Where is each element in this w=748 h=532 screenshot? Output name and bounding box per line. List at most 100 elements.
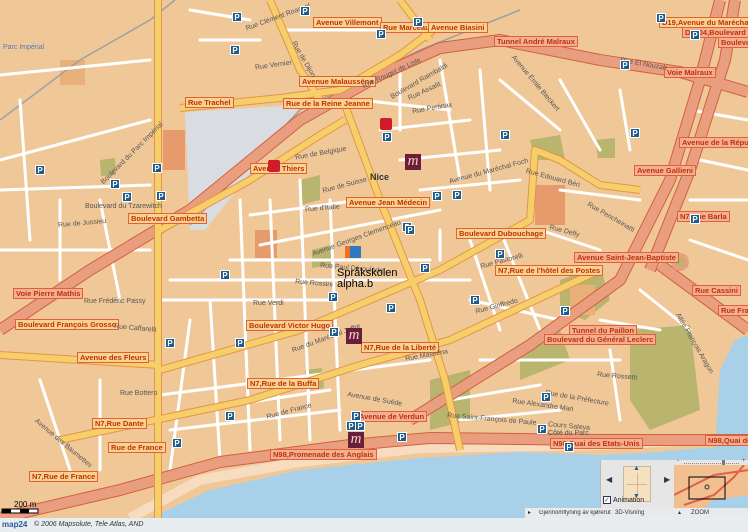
parking-icon[interactable]: P: [690, 30, 700, 40]
metro-m-icon[interactable]: m: [405, 154, 421, 170]
road-label: N7,Rue Dante: [92, 418, 147, 429]
controls-bottom-row: ▸ Gjennomflyning av kjøreruter 3D-Visnin…: [525, 508, 748, 518]
parking-icon[interactable]: P: [329, 327, 339, 337]
parking-icon[interactable]: P: [382, 132, 392, 142]
parking-icon[interactable]: P: [656, 13, 666, 23]
animation-checkbox[interactable]: ✓: [603, 496, 611, 504]
map-canvas[interactable]: Avenue Villemont Rue Marceau Avenue Bias…: [0, 0, 748, 518]
road-label: Avenue Villemont: [313, 17, 382, 28]
parking-icon[interactable]: P: [537, 424, 547, 434]
parking-icon[interactable]: P: [420, 263, 430, 273]
road-label: N7,Rue de France: [29, 471, 99, 482]
road-label: Boulevard Gambetta: [128, 213, 208, 224]
road-label: Avenue Jean Médecin: [346, 197, 431, 208]
parking-icon[interactable]: P: [500, 130, 510, 140]
parking-icon[interactable]: P: [232, 12, 242, 22]
road-label: Voie Pierre Mathis: [13, 288, 84, 299]
parking-icon[interactable]: P: [630, 128, 640, 138]
city-label: Nice: [370, 172, 390, 182]
school-label[interactable]: Språkskolen alpha.b: [337, 268, 398, 290]
parking-icon[interactable]: P: [620, 60, 630, 70]
parking-icon[interactable]: P: [300, 6, 310, 16]
road-label: Avenue Gallieni: [634, 165, 696, 176]
parking-icon[interactable]: P: [376, 29, 386, 39]
road-label: N7,Rue de la Buffa: [247, 378, 320, 389]
station-icon[interactable]: [268, 160, 280, 172]
flythrough-button[interactable]: Gjennomflyning av kjøreruter: [539, 510, 611, 516]
parking-icon[interactable]: P: [386, 303, 396, 313]
collapse-icon: ▴: [678, 510, 682, 516]
parking-icon[interactable]: P: [355, 421, 365, 431]
parking-icon[interactable]: P: [165, 338, 175, 348]
road-label: Avenue des Fleurs: [77, 352, 150, 363]
road-label: Rue Trachel: [185, 97, 234, 108]
road-label: Rue France: [718, 305, 748, 316]
overview-minimap[interactable]: [674, 465, 748, 508]
zoom-out-button[interactable]: -: [677, 458, 679, 464]
parking-icon[interactable]: P: [235, 338, 245, 348]
parking-icon[interactable]: P: [220, 270, 230, 280]
map24-logo[interactable]: map24: [2, 520, 27, 529]
school-marker-icon[interactable]: [345, 246, 361, 258]
scale-bar: [1, 508, 39, 514]
scale-label: 200 m: [14, 500, 37, 509]
road-label: Rue Marceau: [380, 22, 433, 33]
3d-view-button[interactable]: 3D-Visning: [615, 510, 644, 516]
pan-right-icon[interactable]: ▶: [664, 475, 670, 484]
parking-icon[interactable]: P: [152, 163, 162, 173]
parking-icon[interactable]: P: [413, 17, 423, 27]
parking-icon[interactable]: P: [541, 392, 551, 402]
parking-icon[interactable]: P: [452, 190, 462, 200]
parking-icon[interactable]: P: [564, 442, 574, 452]
parking-icon[interactable]: P: [432, 191, 442, 201]
road-label: Boulevard: [718, 37, 748, 48]
animation-label: Animation: [613, 496, 645, 504]
animation-toggle[interactable]: ✓ Animation: [603, 496, 644, 504]
footer: map24 © 2006 Mapsolute, Tele Atlas, AND: [0, 518, 748, 532]
street-name: Rue Bottero: [120, 390, 158, 397]
pan-left-icon[interactable]: ◀: [606, 475, 612, 484]
street-name: Côté du Parc: [548, 430, 589, 437]
road-label: Rue Cassini: [692, 285, 741, 296]
road-label: Tunnel André Malraux: [494, 36, 578, 47]
parking-icon[interactable]: P: [351, 411, 361, 421]
parking-icon[interactable]: P: [122, 192, 132, 202]
road-label: Avenue de la République: [679, 137, 748, 148]
metro-m-icon[interactable]: m: [348, 432, 364, 448]
metro-m-icon[interactable]: m: [346, 328, 362, 344]
copyright-text: © 2006 Mapsolute, Tele Atlas, AND: [34, 521, 144, 528]
parking-icon[interactable]: P: [225, 411, 235, 421]
parking-icon[interactable]: P: [156, 191, 166, 201]
road-label: Avenue de Verdun: [356, 411, 428, 422]
parking-icon[interactable]: P: [328, 292, 338, 302]
road-label: Rue de la Reine Jeanne: [283, 98, 373, 109]
parking-icon[interactable]: P: [495, 249, 505, 259]
road-label: N7,Rue de l'hôtel des Postes: [495, 265, 604, 276]
zoom-in-button[interactable]: +: [742, 458, 746, 464]
street-name: Rue Frédéric Passy: [84, 298, 146, 305]
parking-icon[interactable]: P: [172, 438, 182, 448]
parking-icon[interactable]: P: [405, 225, 415, 235]
road-label: Rue de France: [108, 442, 166, 453]
road-label: N98,Promenade des Anglais: [270, 449, 377, 460]
park-label: Parc Impérial: [3, 44, 45, 51]
parking-icon[interactable]: P: [35, 165, 45, 175]
road-label: Avenue Biasini: [428, 22, 488, 33]
road-label: N98,Quai de Lunel: [705, 435, 748, 446]
pan-control[interactable]: ◀ ▲ ▼ ▶ ✓ Animation: [601, 460, 673, 508]
zoom-panel-button[interactable]: ZOOM: [691, 510, 709, 516]
pan-up-icon[interactable]: ▲: [633, 465, 640, 472]
attraction-icon[interactable]: [380, 118, 392, 130]
parking-icon[interactable]: P: [470, 295, 480, 305]
parking-icon[interactable]: P: [690, 214, 700, 224]
parking-icon[interactable]: P: [560, 306, 570, 316]
road-label: Boulevard François Grosso: [15, 319, 120, 330]
parking-icon[interactable]: P: [110, 179, 120, 189]
road-label: Boulevard du Général Leclerc: [544, 334, 657, 345]
street-name: Boulevard du Tzarewitch: [85, 203, 162, 210]
road-label: Voie Malraux: [664, 67, 716, 78]
parking-icon[interactable]: P: [397, 432, 407, 442]
street-name: Rue Verdi: [253, 300, 284, 307]
road-label: N7,Rue Barla: [677, 211, 730, 222]
parking-icon[interactable]: P: [230, 45, 240, 55]
